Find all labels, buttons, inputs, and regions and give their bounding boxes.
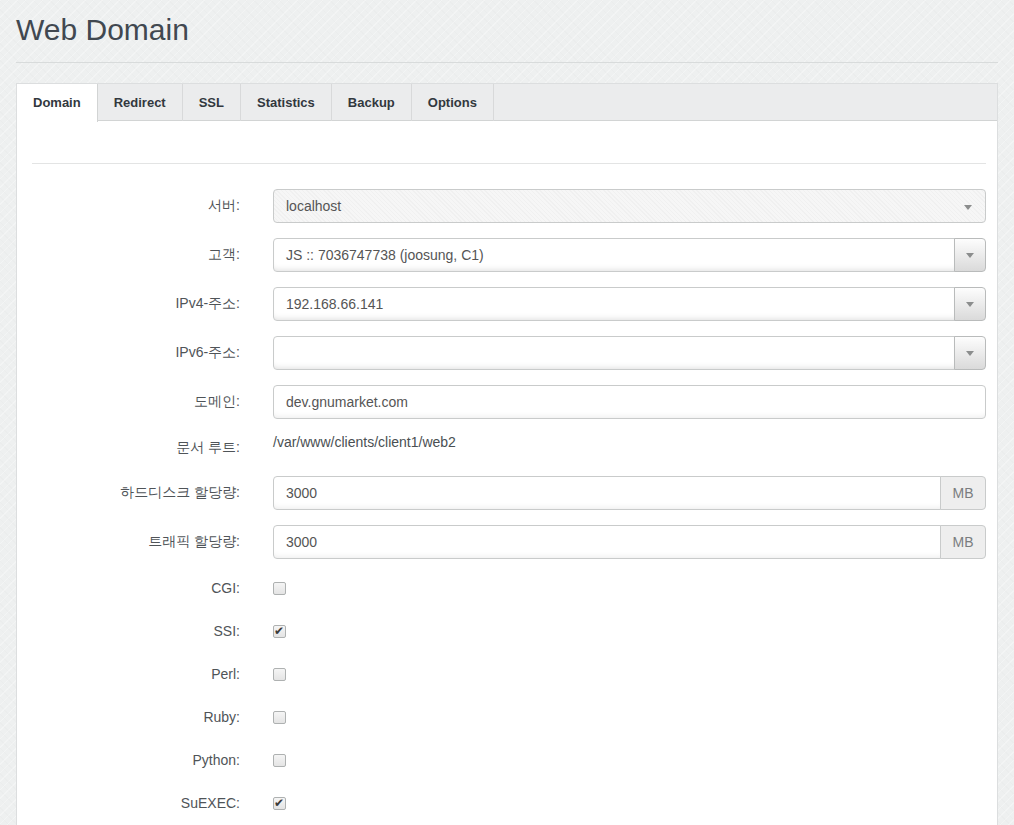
client-label: 고객:: [32, 246, 240, 264]
form-row-document-root: 문서 루트: /var/www/clients/client1/web2: [32, 434, 986, 461]
tab-backup[interactable]: Backup: [332, 84, 412, 121]
form-row-traffic-quota: 트래픽 할당량: MB: [32, 525, 986, 559]
client-select[interactable]: JS :: 7036747738 (joosung, C1): [273, 238, 986, 272]
ipv4-select[interactable]: 192.168.66.141: [273, 287, 986, 321]
python-label: Python:: [32, 752, 240, 768]
ssi-label: SSI:: [32, 623, 240, 639]
tab-redirect[interactable]: Redirect: [98, 84, 183, 121]
domain-input[interactable]: [273, 385, 986, 419]
content-panel: Domain Redirect SSL Statistics Backup Op…: [16, 83, 998, 825]
form-row-cgi: CGI:: [32, 574, 986, 602]
ipv6-select[interactable]: [273, 336, 986, 370]
harddisk-quota-unit: MB: [940, 476, 986, 510]
cgi-label: CGI:: [32, 580, 240, 596]
cgi-checkbox[interactable]: [273, 582, 286, 595]
document-root-value: /var/www/clients/client1/web2: [273, 434, 456, 450]
ipv6-select-value: [273, 336, 955, 370]
suexec-label: SuEXEC:: [32, 795, 240, 811]
tab-options[interactable]: Options: [412, 84, 494, 121]
form-row-domain: 도메인:: [32, 385, 986, 419]
client-select-value: JS :: 7036747738 (joosung, C1): [273, 238, 955, 272]
chevron-down-icon: [964, 205, 972, 210]
page-title: Web Domain: [16, 13, 998, 47]
ssi-checkbox[interactable]: [273, 625, 286, 638]
client-select-button[interactable]: [954, 238, 986, 272]
form-row-client: 고객: JS :: 7036747738 (joosung, C1): [32, 238, 986, 272]
tab-statistics[interactable]: Statistics: [241, 84, 332, 121]
ipv6-label: IPv6-주소:: [32, 344, 240, 362]
title-divider: [16, 62, 998, 63]
form-divider: [32, 163, 986, 164]
traffic-quota-input[interactable]: [273, 525, 941, 559]
server-select-value: localhost: [286, 198, 341, 214]
tab-ssl[interactable]: SSL: [183, 84, 241, 121]
domain-label: 도메인:: [32, 393, 240, 411]
ipv6-select-button[interactable]: [954, 336, 986, 370]
python-checkbox[interactable]: [273, 754, 286, 767]
chevron-down-icon: [966, 302, 974, 307]
traffic-quota-label: 트래픽 할당량:: [32, 533, 240, 551]
suexec-checkbox[interactable]: [273, 797, 286, 810]
ipv4-label: IPv4-주소:: [32, 295, 240, 313]
document-root-label: 문서 루트:: [32, 439, 240, 457]
server-label: 서버:: [32, 197, 240, 215]
perl-checkbox[interactable]: [273, 668, 286, 681]
form-row-ruby: Ruby:: [32, 703, 986, 731]
tab-domain[interactable]: Domain: [17, 84, 98, 122]
form-row-ipv4: IPv4-주소: 192.168.66.141: [32, 287, 986, 321]
ipv4-select-button[interactable]: [954, 287, 986, 321]
form-row-python: Python:: [32, 746, 986, 774]
form-row-perl: Perl:: [32, 660, 986, 688]
ipv4-select-value: 192.168.66.141: [273, 287, 955, 321]
tab-bar: Domain Redirect SSL Statistics Backup Op…: [17, 84, 997, 121]
harddisk-quota-input[interactable]: [273, 476, 941, 510]
chevron-down-icon: [966, 253, 974, 258]
perl-label: Perl:: [32, 666, 240, 682]
chevron-down-icon: [966, 351, 974, 356]
server-select[interactable]: localhost: [273, 189, 986, 223]
form-row-ssi: SSI:: [32, 617, 986, 645]
form-row-ipv6: IPv6-주소:: [32, 336, 986, 370]
form-row-server: 서버: localhost: [32, 189, 986, 223]
harddisk-quota-label: 하드디스크 할당량:: [32, 484, 240, 502]
ruby-label: Ruby:: [32, 709, 240, 725]
ruby-checkbox[interactable]: [273, 711, 286, 724]
traffic-quota-unit: MB: [940, 525, 986, 559]
tab-content: 서버: localhost 고객: JS :: 7036747738 (joos…: [17, 163, 997, 817]
form-row-suexec: SuEXEC:: [32, 789, 986, 817]
form-row-harddisk-quota: 하드디스크 할당량: MB: [32, 476, 986, 510]
